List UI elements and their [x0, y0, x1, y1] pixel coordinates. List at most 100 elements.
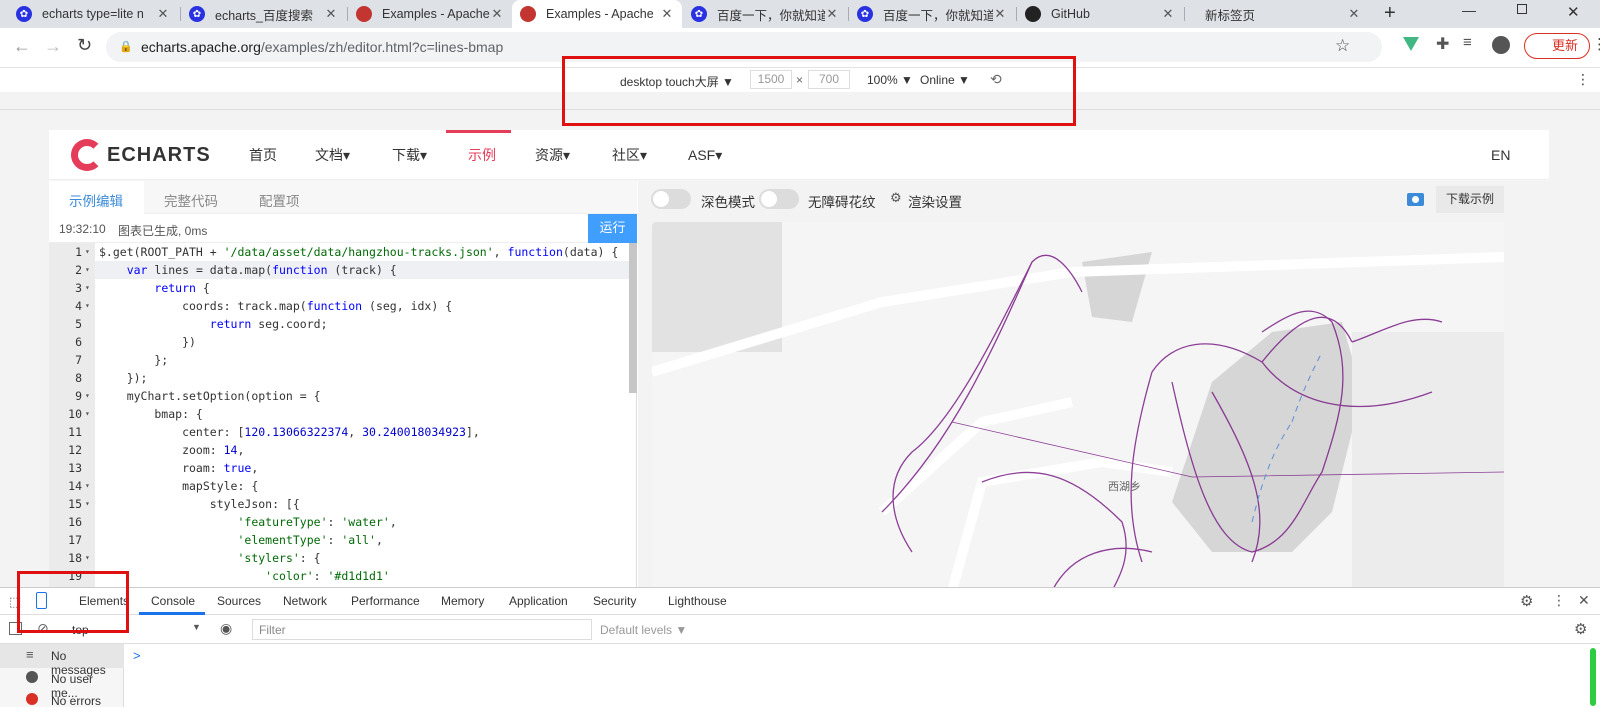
back-icon[interactable]: ← [13, 36, 31, 57]
code-line[interactable]: 19 'color': '#d1d1d1' [49, 567, 629, 585]
console-prompt[interactable]: > [133, 648, 141, 663]
tab-memory[interactable]: Memory [441, 588, 484, 615]
fold-arrow-icon[interactable]: ▾ [85, 279, 90, 297]
run-button[interactable]: 运行 [588, 214, 637, 243]
profile-avatar-icon[interactable] [1492, 36, 1510, 54]
render-settings-label[interactable]: 渲染设置 [908, 191, 962, 211]
fold-arrow-icon[interactable]: ▾ [85, 477, 90, 495]
nav-download[interactable]: 下载▾ [392, 130, 427, 180]
new-tab-icon[interactable]: + [1384, 2, 1396, 25]
close-devtools-icon[interactable]: ✕ [1578, 592, 1590, 609]
code-line[interactable]: 3 ▾ return { [49, 279, 629, 297]
nav-asf[interactable]: ASF▾ [688, 130, 722, 180]
code-line[interactable]: 12 zoom: 14, [49, 441, 629, 459]
forward-icon[interactable]: → [44, 36, 62, 57]
browser-tab[interactable]: 新标签页 ✕ [1185, 0, 1369, 28]
close-tab-icon[interactable]: ✕ [156, 6, 170, 22]
tab-full-code[interactable]: 完整代码 [164, 190, 218, 210]
code-editor[interactable]: 1 ▾ $.get(ROOT_PATH + '/data/asset/data/ha… [49, 243, 629, 590]
log-levels-select[interactable]: Default levels ▼ [600, 623, 687, 637]
eye-icon[interactable]: ◉ [220, 620, 232, 637]
console-settings-icon[interactable]: ⚙ [1574, 620, 1587, 638]
tab-sources[interactable]: Sources [217, 588, 261, 615]
close-window-icon[interactable]: ✕ [1567, 3, 1580, 21]
device-toolbar-menu-icon[interactable]: ⋮ [1576, 71, 1590, 88]
extensions-icon[interactable]: ✚ [1436, 34, 1449, 54]
browser-tab-active[interactable]: Examples - Apache ✕ [512, 0, 682, 28]
dark-mode-toggle[interactable] [651, 189, 691, 209]
code-line[interactable]: 11 center: [120.13066322374, 30.24001803… [49, 423, 629, 441]
aria-pattern-toggle[interactable] [759, 189, 799, 209]
console-scrollbar[interactable] [1590, 648, 1596, 706]
code-line[interactable]: 9 ▾ myChart.setOption(option = { [49, 387, 629, 405]
fold-arrow-icon[interactable]: ▾ [85, 549, 90, 567]
tab-edit-example[interactable]: 示例编辑 [69, 190, 123, 210]
code-line[interactable]: 1 ▾ $.get(ROOT_PATH + '/data/asset/data/ha… [49, 243, 629, 261]
fold-arrow-icon[interactable]: ▾ [85, 243, 90, 261]
code-line[interactable]: 7 }; [49, 351, 629, 369]
close-tab-icon[interactable]: ✕ [324, 6, 338, 22]
code-line[interactable]: 4 ▾ coords: track.map(function (seg, idx)… [49, 297, 629, 315]
gear-icon[interactable]: ⚙ [890, 190, 902, 206]
code-line[interactable]: 10 ▾ bmap: { [49, 405, 629, 423]
devtools-menu-icon[interactable]: ⋮ [1552, 592, 1566, 609]
tab-network[interactable]: Network [283, 588, 327, 615]
fold-arrow-icon[interactable]: ▾ [85, 495, 90, 513]
tab-security[interactable]: Security [593, 588, 636, 615]
nav-examples[interactable]: 示例 [468, 130, 496, 180]
bmap-lines-chart[interactable]: 西湖乡 [652, 222, 1504, 590]
code-line[interactable]: 14 ▾ mapStyle: { [49, 477, 629, 495]
echarts-logo-icon[interactable] [71, 139, 103, 171]
close-tab-icon[interactable]: ✕ [1347, 6, 1361, 22]
minimize-icon[interactable]: — [1462, 2, 1476, 18]
close-tab-icon[interactable]: ✕ [993, 6, 1007, 22]
tab-application[interactable]: Application [509, 588, 568, 615]
tab-options[interactable]: 配置项 [259, 190, 300, 210]
vue-devtools-icon[interactable] [1403, 37, 1419, 51]
browser-tab[interactable]: ✿ echarts type=lite n ✕ [8, 0, 178, 28]
camera-icon[interactable] [1407, 193, 1424, 206]
code-line[interactable]: 13 roam: true, [49, 459, 629, 477]
close-tab-icon[interactable]: ✕ [825, 6, 839, 22]
fold-arrow-icon[interactable]: ▾ [85, 297, 90, 315]
settings-gear-icon[interactable]: ⚙ [1520, 592, 1533, 610]
echarts-logo-text[interactable]: ECHARTS [107, 144, 211, 167]
fold-arrow-icon[interactable]: ▾ [85, 261, 90, 279]
chart-container[interactable]: 西湖乡 [652, 222, 1504, 590]
chevron-down-icon[interactable]: ▼ [192, 622, 201, 632]
code-scrollbar[interactable] [629, 243, 637, 393]
console-filter-input[interactable]: Filter [252, 619, 592, 640]
fold-arrow-icon[interactable]: ▾ [85, 405, 90, 423]
code-line[interactable]: 5 return seg.coord; [49, 315, 629, 333]
code-line[interactable]: 17 'elementType': 'all', [49, 531, 629, 549]
code-line[interactable]: 18 ▾ 'stylers': { [49, 549, 629, 567]
nav-docs[interactable]: 文档▾ [315, 130, 350, 180]
restore-icon[interactable] [1517, 4, 1527, 14]
browser-tab[interactable]: ✿ 百度一下，你就知道 ✕ [683, 0, 847, 28]
media-control-icon[interactable]: ≡ [1463, 34, 1472, 51]
tab-performance[interactable]: Performance [351, 588, 420, 615]
reload-icon[interactable]: ↻ [77, 35, 92, 56]
language-switch[interactable]: EN [1491, 130, 1510, 180]
tab-console[interactable]: Console [151, 588, 195, 615]
nav-home[interactable]: 首页 [249, 130, 277, 180]
code-line[interactable]: 2 ▾ var lines = data.map(function (track)… [49, 261, 629, 279]
browser-tab[interactable]: GitHub ✕ [1017, 0, 1183, 28]
code-line[interactable]: 15 ▾ styleJson: [{ [49, 495, 629, 513]
code-line[interactable]: 6 }) [49, 333, 629, 351]
browser-tab[interactable]: ✿ 百度一下，你就知道 ✕ [849, 0, 1015, 28]
code-line[interactable]: 16 'featureType': 'water', [49, 513, 629, 531]
browser-tab[interactable]: Examples - Apache ✕ [348, 0, 512, 28]
nav-resources[interactable]: 资源▾ [535, 130, 570, 180]
browser-tab[interactable]: ✿ echarts_百度搜索 ✕ [181, 0, 346, 28]
browser-menu-icon[interactable]: ⋮ [1592, 35, 1600, 53]
close-tab-icon[interactable]: ✕ [490, 6, 504, 22]
bookmark-star-icon[interactable]: ☆ [1335, 36, 1350, 56]
tab-lighthouse[interactable]: Lighthouse [668, 588, 727, 615]
close-tab-icon[interactable]: ✕ [660, 6, 674, 22]
close-tab-icon[interactable]: ✕ [1161, 6, 1175, 22]
nav-community[interactable]: 社区▾ [612, 130, 647, 180]
fold-arrow-icon[interactable]: ▾ [85, 387, 90, 405]
update-button[interactable]: 更新 [1524, 33, 1590, 59]
code-line[interactable]: 8 }); [49, 369, 629, 387]
